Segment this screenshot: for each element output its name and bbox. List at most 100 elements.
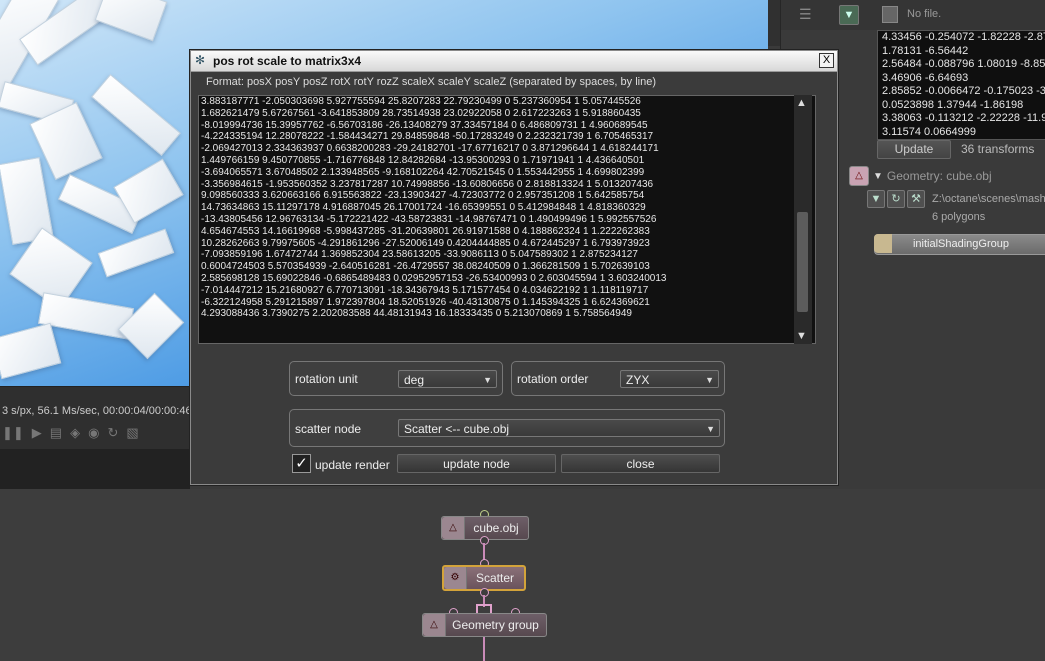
- aperture-icon[interactable]: ◈: [70, 425, 80, 441]
- text-line: 1.449766159 9.450770855 -1.716776848 12.…: [201, 154, 645, 166]
- polygon-count: 6 polygons: [932, 211, 986, 223]
- file-icon[interactable]: [882, 6, 898, 23]
- text-line: -2.069427013 2.334363937 0.6638200283 -2…: [201, 143, 659, 155]
- text-line: -8.019994736 15.39957762 -6.56703186 -26…: [201, 119, 648, 131]
- transform-line: 4.33456 -0.254072 -1.82228 -2.87: [882, 31, 1045, 43]
- text-line: 4.654674553 14.16619968 -5.998437285 -31…: [201, 225, 650, 237]
- node-label: cube.obj: [473, 521, 519, 535]
- wrench-icon[interactable]: ⚒: [907, 190, 925, 208]
- text-line: -13.43805456 12.96763134 -5.172221422 -4…: [201, 213, 657, 225]
- chevron-down-icon: ▼: [705, 375, 714, 385]
- geometry-node-icon: △: [423, 614, 446, 636]
- scatter-node-icon: ⚙: [444, 567, 467, 589]
- close-icon[interactable]: X: [819, 53, 834, 68]
- cube-shape: [0, 322, 62, 380]
- cube-shape: [94, 0, 168, 42]
- text-line: 9.098560333 3.620663166 6.915563822 -23.…: [201, 190, 645, 202]
- viewport-bottom-strip: [0, 449, 190, 489]
- transform-line: 3.11574 0.0664999: [882, 125, 976, 138]
- rotation-unit-select[interactable]: deg ▼: [398, 370, 497, 388]
- scroll-up-icon[interactable]: ▲: [796, 97, 807, 109]
- update-render-checkbox[interactable]: ✓: [292, 454, 311, 473]
- text-line: 14.73634863 15.11297178 4.916887045 26.1…: [201, 202, 646, 214]
- text-line: 3.883187771 -2.050303698 5.927755594 25.…: [201, 96, 641, 107]
- pos-rot-scale-dialog: ✻ pos rot scale to matrix3x4 X Format: p…: [190, 50, 838, 485]
- node-graph-editor[interactable]: △ cube.obj ⚙ Scatter △ Geometry group: [0, 489, 1045, 661]
- scroll-thumb[interactable]: [797, 212, 808, 312]
- text-line: 10.28262663 9.79975605 -4.291861296 -27.…: [201, 237, 650, 249]
- scatter-node-select[interactable]: Scatter <-- cube.obj ▼: [398, 419, 720, 437]
- dialog-title: pos rot scale to matrix3x4: [213, 54, 362, 68]
- transform-line: 1.78131 -6.56442: [882, 44, 969, 57]
- inspector-toolbar: ☰ ▼ No file.: [781, 0, 1045, 30]
- geometry-title: Geometry: cube.obj: [886, 169, 992, 183]
- text-line: 1.682621479 5.67267561 -3.641853809 28.7…: [201, 107, 641, 119]
- text-line: -3.356984615 -1.953560352 3.237817287 10…: [201, 178, 654, 190]
- text-line: 4.293088436 3.7390275 2.202083588 44.481…: [201, 308, 632, 320]
- rotation-order-group: rotation order ZYX ▼: [511, 361, 725, 396]
- geometry-header[interactable]: △ ▼ Geometry: cube.obj: [849, 166, 992, 186]
- node-label: Geometry group: [452, 618, 539, 632]
- monitor-icon[interactable]: ▤: [50, 425, 62, 441]
- viewport-scroll-strip: [768, 0, 780, 46]
- transform-line: 2.56484 -0.088796 1.08019 -8.854: [882, 58, 1045, 70]
- levels-icon[interactable]: ▧: [126, 425, 138, 441]
- geometry-file-path: Z:\octane\scenes\mash: [932, 193, 1045, 205]
- play-icon[interactable]: ▶: [32, 425, 42, 441]
- app-icon: ✻: [195, 53, 206, 67]
- node-geometry-group[interactable]: △ Geometry group: [422, 613, 547, 637]
- update-render-label: update render: [315, 458, 390, 472]
- format-hint: Format: posX posY posZ rotX rotY rozZ sc…: [206, 76, 656, 88]
- rotation-unit-group: rotation unit deg ▼: [289, 361, 503, 396]
- scatter-node-label: scatter node: [295, 422, 362, 436]
- text-line: 0.6004724503 5.570354939 -2.640516281 -2…: [201, 261, 650, 273]
- cube-shape: [97, 228, 175, 278]
- pause-icon[interactable]: ❚❚: [2, 425, 24, 441]
- text-line: -3.694065571 3.67048502 2.133948565 -9.1…: [201, 166, 645, 178]
- rotation-order-select[interactable]: ZYX ▼: [620, 370, 719, 388]
- node-type-icon[interactable]: ▼: [839, 5, 859, 25]
- rotation-order-label: rotation order: [517, 372, 589, 386]
- render-status-bar: 3 s/px, 56.1 Ms/sec, 00:00:04/00:00:46 (…: [0, 386, 233, 450]
- cube-shape: [91, 73, 181, 157]
- rotation-unit-value: deg: [404, 373, 425, 387]
- geometry-node-icon: △: [442, 517, 465, 539]
- file-status: No file.: [907, 8, 942, 20]
- refresh-icon[interactable]: ↻: [107, 425, 118, 441]
- textarea-scrollbar[interactable]: ▲ ▼: [794, 95, 812, 344]
- text-line: -4.224335194 12.28078222 -1.584434271 29…: [201, 131, 654, 143]
- node-label: Scatter: [475, 571, 514, 585]
- text-line: -7.014447212 15.21680927 6.770713091 -18…: [201, 284, 649, 296]
- close-button[interactable]: close: [561, 454, 720, 473]
- transform-line: 3.38063 -0.113212 -2.22228 -11.9: [882, 112, 1045, 124]
- transform-textarea[interactable]: 3.883187771 -2.050303698 5.927755594 25.…: [198, 95, 816, 344]
- transforms-list[interactable]: 4.33456 -0.254072 -1.82228 -2.87 1.78131…: [877, 30, 1045, 140]
- connection-wire: [483, 637, 485, 661]
- text-line: 2.585698128 15.69022846 -0.6865489483 0.…: [201, 272, 667, 284]
- transform-line: 2.85852 -0.0066472 -0.175023 -3.: [882, 85, 1045, 97]
- shading-group-pin[interactable]: initialShadingGroup: [874, 234, 1045, 255]
- scatter-node-value: Scatter <-- cube.obj: [404, 422, 510, 436]
- reload-icon[interactable]: ↻: [887, 190, 905, 208]
- collapse-arrow-icon[interactable]: ▼: [873, 171, 883, 182]
- transform-line: 3.46906 -6.64693: [882, 71, 969, 84]
- transform-line: 0.0523898 1.37944 -1.86198: [882, 98, 1024, 111]
- rotation-order-value: ZYX: [626, 373, 650, 387]
- rotation-unit-label: rotation unit: [295, 372, 358, 386]
- cube-shape: [117, 292, 185, 360]
- update-transforms-button[interactable]: Update: [877, 140, 951, 159]
- scatter-node-group: scatter node Scatter <-- cube.obj ▼: [289, 409, 725, 447]
- text-line: -6.322124958 5.291215897 1.972397804 18.…: [201, 296, 650, 308]
- load-file-icon[interactable]: ▼: [867, 190, 885, 208]
- chevron-down-icon: ▼: [483, 375, 492, 385]
- color-wheel-icon[interactable]: ◉: [88, 425, 99, 441]
- settings-icon[interactable]: ☰: [799, 6, 812, 23]
- shading-group-knob: [874, 234, 892, 253]
- chevron-down-icon: ▼: [706, 424, 715, 434]
- geometry-node-icon: △: [849, 166, 869, 186]
- dialog-titlebar[interactable]: ✻ pos rot scale to matrix3x4 X: [191, 51, 837, 72]
- transforms-count: 36 transforms: [961, 142, 1035, 156]
- scroll-down-icon[interactable]: ▼: [796, 330, 807, 342]
- update-node-button[interactable]: update node: [397, 454, 556, 473]
- text-line: -7.093859196 1.67472744 1.369852304 23.5…: [201, 249, 638, 261]
